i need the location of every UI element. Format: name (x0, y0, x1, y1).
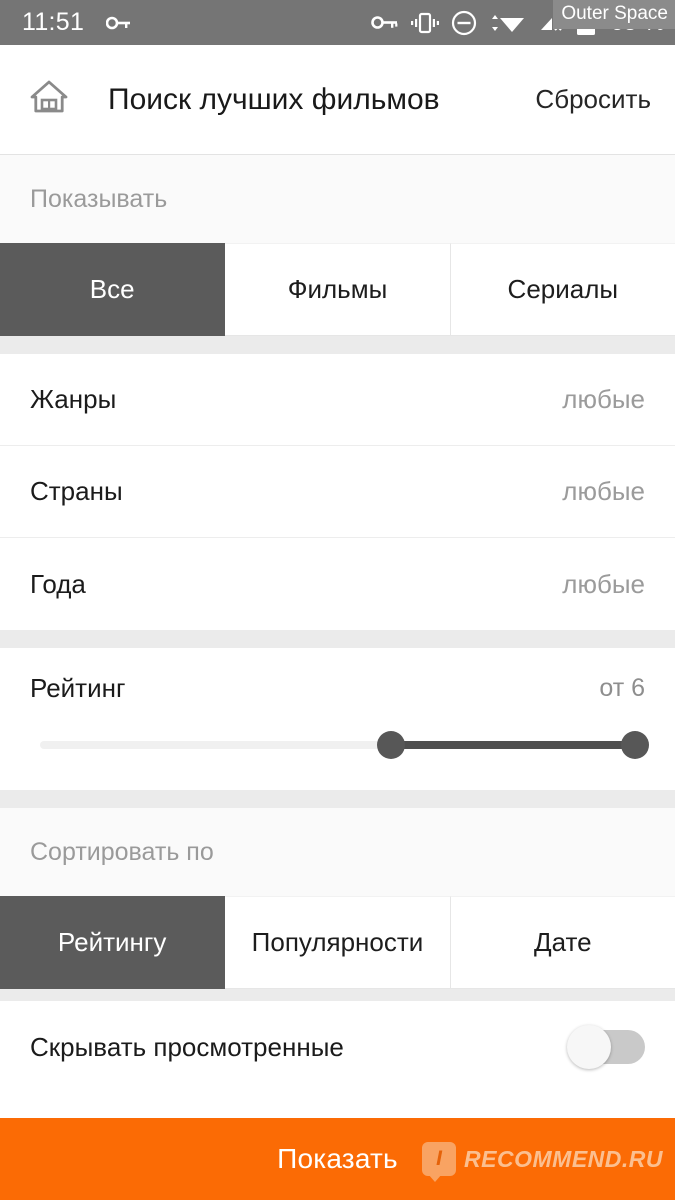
show-section-header: Показывать (0, 155, 675, 243)
filter-row-genres[interactable]: Жанры любые (0, 354, 675, 446)
filter-row-countries[interactable]: Страны любые (0, 446, 675, 538)
outer-space-tooltip: Outer Space (553, 0, 675, 29)
home-icon (29, 78, 69, 121)
status-bar-clock: 11:51 (22, 8, 85, 36)
tab-show-all[interactable]: Все (0, 243, 226, 336)
slider-fill (391, 741, 635, 749)
rating-label: Рейтинг (30, 672, 126, 703)
tab-sort-popularity[interactable]: Популярности (225, 896, 451, 989)
status-bar-left-icons (106, 15, 132, 31)
vibrate-icon (410, 12, 440, 34)
rating-range-slider[interactable] (40, 728, 649, 762)
filter-list: Жанры любые Страны любые Года любые (0, 354, 675, 630)
section-divider-band (0, 989, 675, 1001)
filter-label: Страны (30, 476, 123, 506)
show-results-label: Показать (277, 1143, 398, 1174)
key-icon (106, 15, 132, 31)
app-bar: Поиск лучших фильмов Сбросить (0, 45, 675, 155)
rating-value: от 6 (599, 673, 645, 702)
section-divider-band (0, 630, 675, 648)
filter-label: Жанры (30, 384, 117, 414)
filter-value: любые (562, 384, 645, 414)
rating-header: Рейтинг от 6 (0, 648, 675, 728)
page-title: Поиск лучших фильмов (108, 82, 440, 116)
home-button[interactable] (26, 77, 72, 123)
wifi-icon (488, 11, 528, 35)
slider-thumb-min[interactable] (377, 731, 406, 759)
status-bar: 11:51 Outer Space (0, 0, 675, 45)
show-results-button[interactable]: Показать I RECOMMEND.RU (0, 1118, 675, 1200)
toggle-knob (567, 1025, 611, 1069)
recommend-watermark: I RECOMMEND.RU (422, 1142, 663, 1182)
tab-sort-rating[interactable]: Рейтингу (0, 896, 226, 989)
recommend-badge-icon: I (422, 1142, 457, 1182)
key-icon (371, 14, 399, 31)
tab-show-series[interactable]: Сериалы (450, 243, 675, 336)
sort-section-header: Сортировать по (0, 808, 675, 896)
tab-sort-date[interactable]: Дате (450, 896, 675, 989)
filter-row-years[interactable]: Года любые (0, 538, 675, 630)
section-divider-band (0, 790, 675, 808)
do-not-disturb-icon (451, 10, 477, 36)
section-divider-band (0, 336, 675, 354)
reset-button[interactable]: Сбросить (521, 84, 651, 115)
hide-watched-label: Скрывать просмотренные (30, 1031, 344, 1062)
hide-watched-row[interactable]: Скрывать просмотренные (0, 1001, 675, 1093)
filter-value: любые (562, 568, 645, 599)
app-root: 11:51 Outer Space Поиск лучших фильмов С… (0, 0, 675, 1200)
filter-label: Года (30, 568, 86, 599)
slider-thumb-max[interactable] (621, 731, 649, 759)
recommend-watermark-text: RECOMMEND.RU (464, 1145, 663, 1172)
show-type-segmented-control: Все Фильмы Сериалы (0, 243, 675, 336)
sort-by-segmented-control: Рейтингу Популярности Дате (0, 896, 675, 989)
hide-watched-toggle[interactable] (567, 1025, 645, 1069)
filter-value: любые (562, 476, 645, 506)
rating-block: Рейтинг от 6 (0, 648, 675, 790)
tab-show-movies[interactable]: Фильмы (225, 243, 451, 336)
